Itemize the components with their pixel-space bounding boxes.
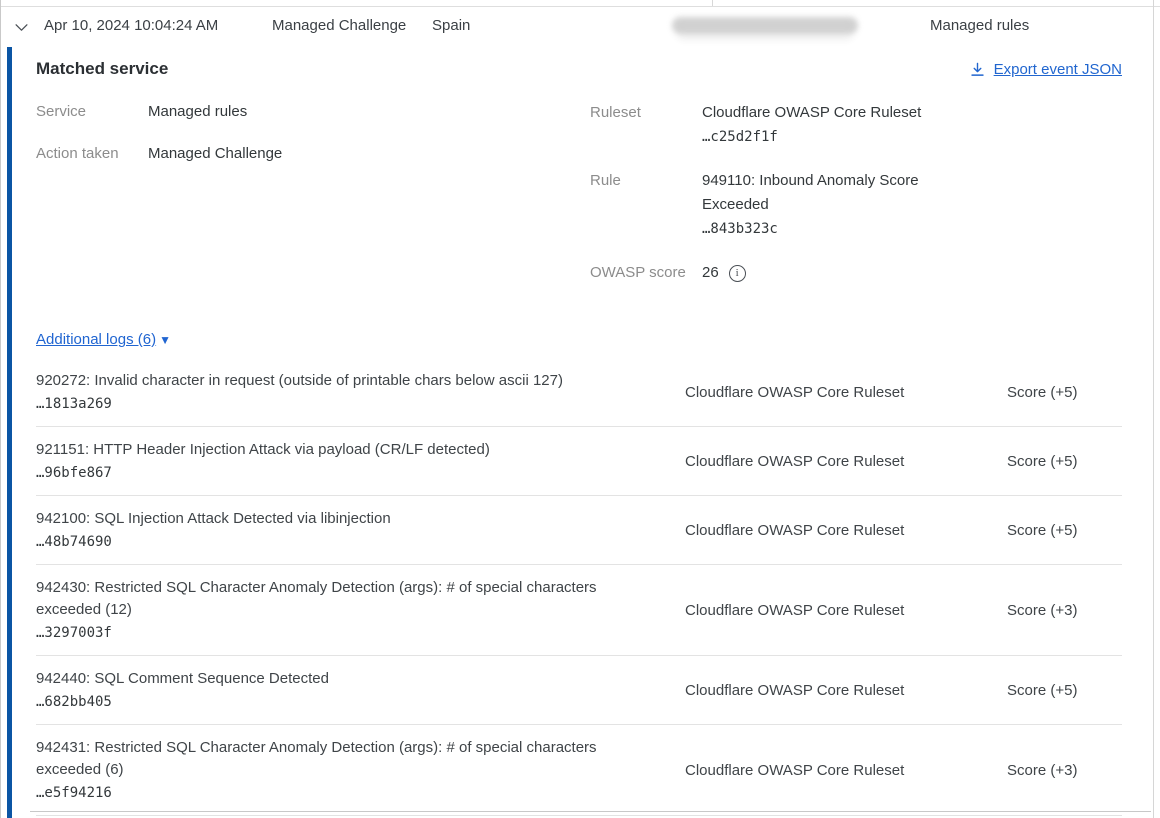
log-rule-id: …682bb405 [36,692,650,713]
owasp-score-field: OWASP score 26 i [590,261,1122,285]
download-icon [970,62,985,77]
log-score: Score (+5) [972,453,1122,470]
log-score: Score (+3) [972,762,1122,779]
log-row: 921151: HTTP Header Injection Attack via… [36,427,1122,496]
owasp-score-value: 26 [702,261,719,285]
info-icon[interactable]: i [729,265,746,282]
column-divider-tick [712,0,713,6]
log-rule-id: …96bfe867 [36,463,650,484]
table-bottom-divider [30,811,1151,812]
log-rule-description: 942431: Restricted SQL Character Anomaly… [36,739,597,778]
log-score: Score (+5) [972,384,1122,401]
details-left-column: Service Managed rules Action taken Manag… [36,101,590,305]
panel-title: Matched service [36,59,168,79]
additional-logs-table: 920272: Invalid character in request (ou… [36,358,1122,816]
action-taken-label: Action taken [36,143,148,164]
additional-logs-toggle[interactable]: Additional logs (6) ▼ [36,331,171,348]
rule-value: 949110: Inbound Anomaly Score Exceeded [702,169,942,217]
window-left-border [0,0,1,818]
ruleset-id: …c25d2f1f [702,125,921,149]
redacted-client-value [672,17,858,34]
details-right-column: Ruleset Cloudflare OWASP Core Ruleset …c… [590,101,1122,305]
export-link-label[interactable]: Export event JSON [994,61,1122,78]
log-rule-id: …48b74690 [36,532,650,553]
log-row: 942440: SQL Comment Sequence Detected …6… [36,656,1122,725]
service-field: Service Managed rules [36,101,590,122]
ruleset-field: Ruleset Cloudflare OWASP Core Ruleset …c… [590,101,1122,149]
log-ruleset-name: Cloudflare OWASP Core Ruleset [650,453,972,470]
log-score: Score (+5) [972,522,1122,539]
rule-field: Rule 949110: Inbound Anomaly Score Excee… [590,169,1122,241]
log-ruleset-name: Cloudflare OWASP Core Ruleset [650,522,972,539]
owasp-score-label: OWASP score [590,261,702,285]
window-right-border [1153,0,1154,818]
log-row: 942430: Restricted SQL Character Anomaly… [36,565,1122,656]
additional-logs-label[interactable]: Additional logs (6) [36,331,156,348]
service-label: Service [36,101,148,122]
log-ruleset-name: Cloudflare OWASP Core Ruleset [650,682,972,699]
log-row: 920272: Invalid character in request (ou… [36,358,1122,427]
log-rule-id: …3297003f [36,623,650,644]
log-rule-description: 942440: SQL Comment Sequence Detected [36,670,329,687]
export-event-json-link[interactable]: Export event JSON [970,61,1122,78]
log-row: 942100: SQL Injection Attack Detected vi… [36,496,1122,565]
log-score: Score (+3) [972,602,1122,619]
event-action: Managed Challenge [272,16,406,36]
log-rule-description: 920272: Invalid character in request (ou… [36,372,563,389]
event-summary-row[interactable]: Apr 10, 2024 10:04:24 AM Managed Challen… [0,7,1153,47]
log-ruleset-name: Cloudflare OWASP Core Ruleset [650,384,972,401]
panel-header: Matched service Export event JSON [36,57,1122,81]
chevron-down-icon[interactable] [13,19,30,36]
expanded-row-accent-bar [7,47,12,818]
ruleset-value: Cloudflare OWASP Core Ruleset [702,101,921,125]
caret-down-icon: ▼ [159,333,171,347]
ruleset-label: Ruleset [590,101,702,125]
log-rule-description: 942430: Restricted SQL Character Anomaly… [36,579,597,618]
log-ruleset-name: Cloudflare OWASP Core Ruleset [650,602,972,619]
rule-label: Rule [590,169,702,193]
rule-id: …843b323c [702,217,942,241]
event-timestamp: Apr 10, 2024 10:04:24 AM [44,16,218,36]
matched-service-panel: Matched service Export event JSON Servic… [36,47,1122,816]
log-rule-id: …e5f94216 [36,783,650,804]
log-rule-id: …1813a269 [36,394,650,415]
log-score: Score (+5) [972,682,1122,699]
log-rule-description: 942100: SQL Injection Attack Detected vi… [36,510,391,527]
service-value: Managed rules [148,101,247,122]
log-row: 942431: Restricted SQL Character Anomaly… [36,725,1122,816]
security-events-activity-log: Apr 10, 2024 10:04:24 AM Managed Challen… [0,0,1160,818]
log-rule-description: 921151: HTTP Header Injection Attack via… [36,441,490,458]
action-taken-value: Managed Challenge [148,143,282,164]
action-taken-field: Action taken Managed Challenge [36,143,590,164]
event-service: Managed rules [930,16,1029,36]
event-details: Service Managed rules Action taken Manag… [36,101,1122,305]
event-country: Spain [432,16,470,36]
log-ruleset-name: Cloudflare OWASP Core Ruleset [650,762,972,779]
